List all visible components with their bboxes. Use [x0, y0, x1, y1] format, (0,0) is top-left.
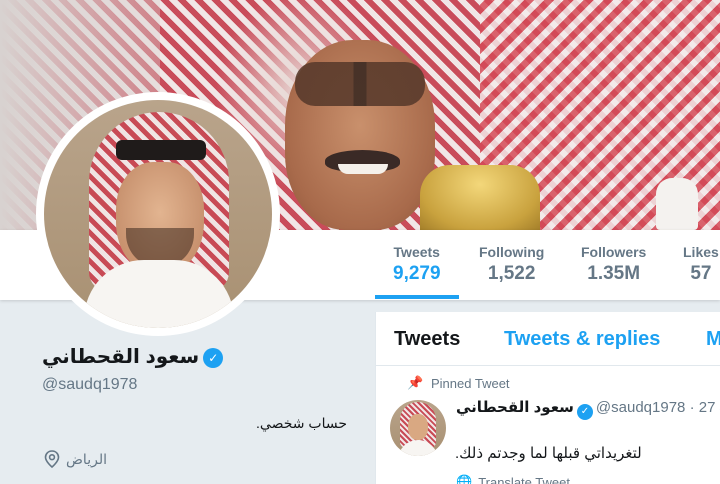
- tweet-header: سعود القحطاني✓@saudq1978 · 27 Jun: [456, 398, 720, 420]
- tweet-author-handle[interactable]: @saudq1978: [596, 399, 685, 416]
- stat-tweets[interactable]: Tweets 9,279: [375, 244, 459, 299]
- stat-followers[interactable]: Followers 1.35M: [581, 244, 646, 285]
- pinned-tweet-label-row: 📌 Pinned Tweet: [407, 375, 510, 391]
- stat-tweets-value: 9,279: [393, 263, 441, 284]
- tweet-avatar-face: [408, 414, 428, 440]
- stat-followers-value: 1.35M: [587, 263, 641, 284]
- profile-name[interactable]: سعود القحطاني: [42, 346, 199, 368]
- pin-icon: 📌: [407, 375, 424, 390]
- banner-smile: [338, 164, 388, 174]
- tweet-text: لتغريداتي قبلها لما وجدتم ذلك.: [455, 445, 642, 462]
- tweet-date[interactable]: · 27 Jun: [690, 399, 720, 416]
- stat-following-value: 1,522: [487, 263, 536, 284]
- profile-name-row: سعود القحطاني ✓: [42, 344, 224, 369]
- verified-badge-icon: ✓: [203, 347, 224, 368]
- location-text: الرياض: [66, 450, 107, 467]
- stat-followers-label: Followers: [581, 244, 647, 260]
- profile-avatar[interactable]: [44, 100, 272, 328]
- tab-tweets[interactable]: Tweets: [394, 328, 460, 351]
- stat-following-label: Following: [479, 244, 545, 260]
- profile-location: الرياض: [44, 450, 107, 468]
- stat-likes-value: 57: [690, 263, 712, 284]
- stat-likes[interactable]: Likes 57: [683, 244, 719, 285]
- banner-gold-object: [420, 165, 540, 230]
- profile-bio: حساب شخصي.: [256, 415, 347, 431]
- stat-likes-label: Likes: [683, 244, 719, 260]
- banner-white-object: [656, 178, 698, 230]
- active-stat-underline: [375, 295, 459, 299]
- tab-media[interactable]: M: [706, 328, 720, 351]
- profile-handle[interactable]: @saudq1978: [42, 376, 137, 394]
- location-pin-icon: [44, 450, 60, 468]
- tweet-author-name[interactable]: سعود القحطاني: [456, 399, 574, 416]
- tweets-panel: Tweets Tweets & replies M 📌 Pinned Tweet…: [375, 312, 720, 484]
- stat-following[interactable]: Following 1,522: [479, 244, 544, 285]
- translate-tweet-row[interactable]: 🌐 Translate Tweet: [456, 474, 570, 484]
- avatar-agal: [116, 140, 206, 160]
- tweet-author-avatar[interactable]: [390, 400, 446, 456]
- timeline-tabs: Tweets Tweets & replies M: [376, 312, 720, 366]
- globe-icon: 🌐: [456, 474, 473, 484]
- tab-tweets-and-replies[interactable]: Tweets & replies: [504, 328, 660, 351]
- banner-sunglasses: [295, 62, 425, 106]
- tweet-verified-badge-icon: ✓: [576, 404, 593, 420]
- stat-tweets-label: Tweets: [393, 244, 440, 260]
- pinned-tweet-label: Pinned Tweet: [431, 376, 510, 391]
- translate-tweet-link[interactable]: Translate Tweet: [478, 475, 570, 484]
